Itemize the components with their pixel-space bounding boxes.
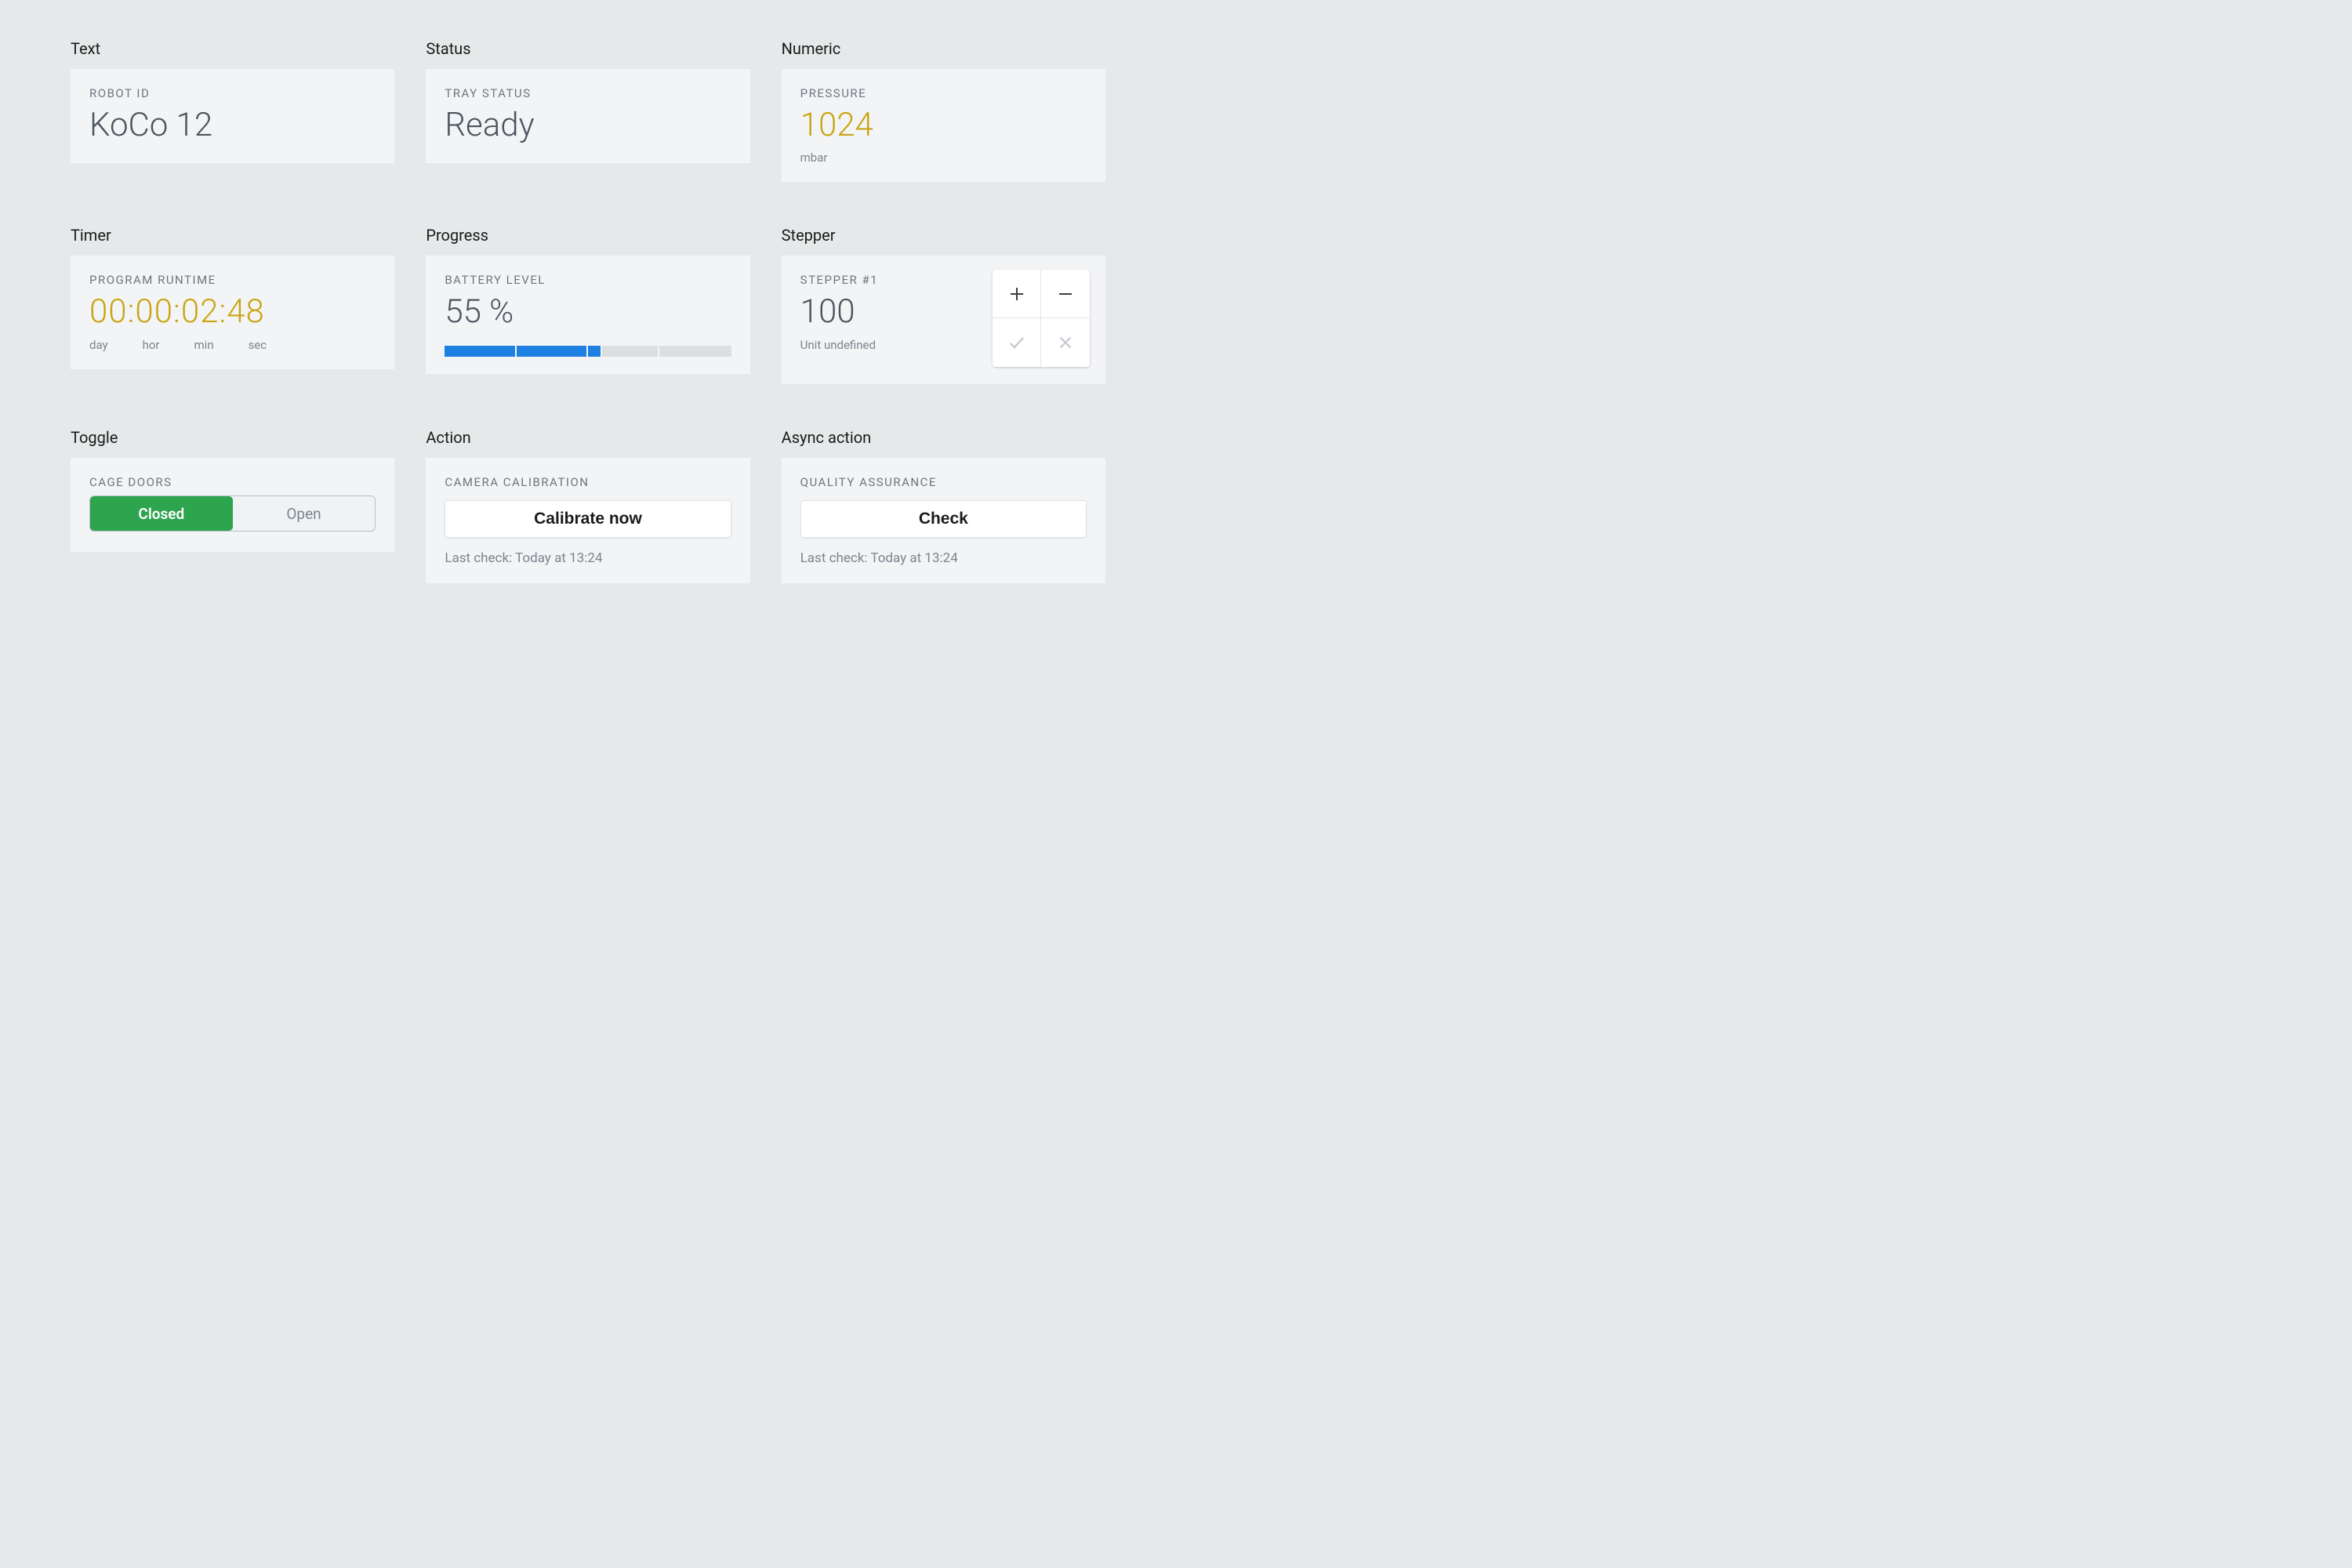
pressure-label: PRESSURE — [800, 86, 1087, 100]
section-heading-status: Status — [426, 39, 750, 58]
action-section: Action CAMERA CALIBRATION Calibrate now … — [426, 428, 750, 583]
progress-segment — [602, 346, 659, 357]
stepper-card: STEPPER #1 100 Unit undefined — [782, 256, 1105, 384]
timer-label-sec: sec — [249, 338, 267, 352]
progress-segment — [659, 346, 731, 357]
toggle-card: CAGE DOORS Closed Open — [71, 458, 394, 552]
battery-value: 55 % — [445, 293, 731, 331]
check-button[interactable]: Check — [800, 500, 1087, 538]
stepper-unit: Unit undefined — [800, 338, 878, 352]
timer-card: PROGRAM RUNTIME 00:00:02:48 day hor min … — [71, 256, 394, 368]
calibrate-button[interactable]: Calibrate now — [445, 500, 731, 538]
stepper-cancel-button[interactable] — [1041, 318, 1090, 367]
section-heading-progress: Progress — [426, 226, 750, 245]
progress-segment — [445, 346, 516, 357]
timer-section: Timer PROGRAM RUNTIME 00:00:02:48 day ho… — [71, 226, 394, 384]
toggle-option-open[interactable]: Open — [233, 496, 376, 531]
stepper-label: STEPPER #1 — [800, 273, 878, 287]
progress-card: BATTERY LEVEL 55 % — [426, 256, 750, 373]
status-card: TRAY STATUS Ready — [426, 69, 750, 163]
stepper-plus-button[interactable] — [993, 270, 1041, 318]
qa-last-check: Last check: Today at 13:24 — [800, 550, 1087, 566]
stepper-value: 100 — [800, 293, 878, 331]
stepper-info: STEPPER #1 100 Unit undefined — [800, 273, 878, 351]
numeric-card: PRESSURE 1024 mbar — [782, 69, 1105, 182]
text-section: Text ROBOT ID KoCo 12 — [71, 39, 394, 182]
async-action-section: Async action QUALITY ASSURANCE Check Las… — [782, 428, 1105, 583]
battery-label: BATTERY LEVEL — [445, 273, 731, 287]
pressure-value: 1024 — [800, 107, 1087, 144]
toggle-section: Toggle CAGE DOORS Closed Open — [71, 428, 394, 583]
battery-progress-bar — [445, 346, 731, 357]
section-heading-text: Text — [71, 39, 394, 58]
progress-section: Progress BATTERY LEVEL 55 % — [426, 226, 750, 384]
tray-status-label: TRAY STATUS — [445, 86, 731, 100]
stepper-buttons — [993, 270, 1090, 367]
robot-id-value: KoCo 12 — [89, 107, 376, 144]
calibration-last-check: Last check: Today at 13:24 — [445, 550, 731, 566]
robot-id-label: ROBOT ID — [89, 86, 376, 100]
section-heading-async-action: Async action — [782, 428, 1105, 447]
progress-segment — [517, 346, 588, 357]
runtime-value: 00:00:02:48 — [89, 293, 376, 331]
stepper-minus-button[interactable] — [1041, 270, 1090, 318]
qa-label: QUALITY ASSURANCE — [800, 475, 1087, 489]
action-card: CAMERA CALIBRATION Calibrate now Last ch… — [426, 458, 750, 583]
calibration-label: CAMERA CALIBRATION — [445, 475, 731, 489]
progress-segment — [588, 346, 602, 357]
runtime-label: PROGRAM RUNTIME — [89, 273, 376, 287]
widget-grid: Text ROBOT ID KoCo 12 Status TRAY STATUS… — [71, 39, 1105, 583]
timer-unit-labels: day hor min sec — [89, 338, 376, 352]
stepper-confirm-button[interactable] — [993, 318, 1041, 367]
section-heading-numeric: Numeric — [782, 39, 1105, 58]
async-action-card: QUALITY ASSURANCE Check Last check: Toda… — [782, 458, 1105, 583]
toggle-option-closed[interactable]: Closed — [90, 496, 233, 531]
pressure-unit: mbar — [800, 151, 1087, 165]
section-heading-toggle: Toggle — [71, 428, 394, 447]
close-icon — [1057, 334, 1074, 351]
timer-label-min: min — [194, 338, 214, 352]
stepper-section: Stepper STEPPER #1 100 Unit undefined — [782, 226, 1105, 384]
plus-icon — [1007, 285, 1026, 303]
tray-status-value: Ready — [445, 107, 731, 144]
cage-doors-label: CAGE DOORS — [89, 475, 376, 489]
check-icon — [1007, 333, 1026, 352]
section-heading-stepper: Stepper — [782, 226, 1105, 245]
minus-icon — [1056, 285, 1075, 303]
cage-doors-toggle: Closed Open — [89, 495, 376, 532]
section-heading-timer: Timer — [71, 226, 394, 245]
status-section: Status TRAY STATUS Ready — [426, 39, 750, 182]
numeric-section: Numeric PRESSURE 1024 mbar — [782, 39, 1105, 182]
text-card: ROBOT ID KoCo 12 — [71, 69, 394, 163]
timer-label-hor: hor — [143, 338, 160, 352]
timer-label-day: day — [89, 338, 108, 352]
section-heading-action: Action — [426, 428, 750, 447]
